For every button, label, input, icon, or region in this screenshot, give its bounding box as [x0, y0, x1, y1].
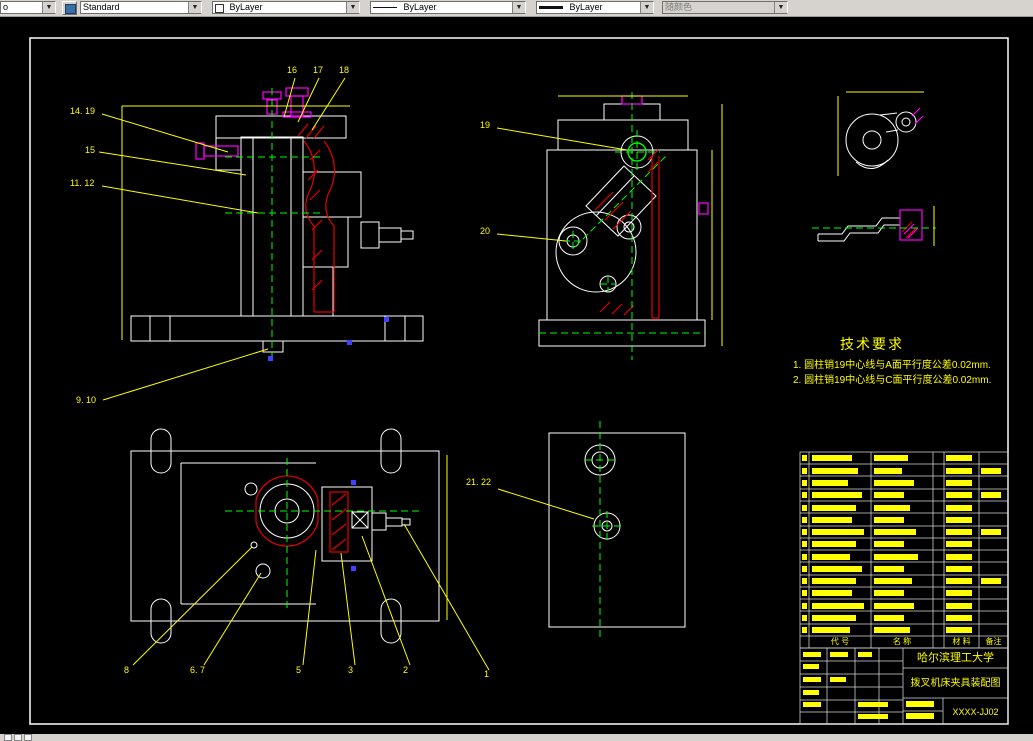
layer-combo-value: o	[3, 2, 9, 12]
text-style-value: Standard	[83, 2, 120, 12]
plotstyle-control-value: 随颜色	[665, 2, 693, 12]
linetype-control-value: ByLayer	[403, 2, 437, 12]
chevron-down-icon[interactable]: ▼	[640, 2, 653, 13]
chevron-down-icon: ▼	[774, 2, 787, 13]
linetype-control-combo[interactable]: ByLayer ▼	[370, 1, 526, 14]
plotstyle-control-combo: 随颜色 ▼	[662, 1, 788, 14]
color-swatch-icon	[215, 4, 224, 13]
chevron-down-icon[interactable]: ▼	[188, 2, 201, 13]
style-manager-button[interactable]	[62, 1, 77, 15]
color-control-combo[interactable]: ByLayer ▼	[212, 1, 360, 14]
linetype-sample-icon	[373, 7, 397, 8]
chevron-down-icon[interactable]: ▼	[346, 2, 359, 13]
text-style-combo[interactable]: Standard ▼	[80, 1, 202, 14]
chevron-down-icon[interactable]: ▼	[512, 2, 525, 13]
drawing-canvas[interactable]	[0, 16, 1033, 734]
chevron-down-icon[interactable]: ▼	[42, 2, 55, 13]
status-strip	[0, 734, 1033, 741]
layer-combo[interactable]: o ▼	[0, 1, 56, 14]
color-control-value: ByLayer	[229, 2, 263, 12]
lineweight-control-value: ByLayer	[569, 2, 603, 12]
lineweight-sample-icon	[539, 6, 563, 9]
lineweight-control-combo[interactable]: ByLayer ▼	[536, 1, 654, 14]
style-manager-icon	[65, 4, 76, 14]
toolbar: o ▼ Standard ▼ ByLayer ▼ ByLayer ▼ ByLay…	[0, 0, 1033, 17]
